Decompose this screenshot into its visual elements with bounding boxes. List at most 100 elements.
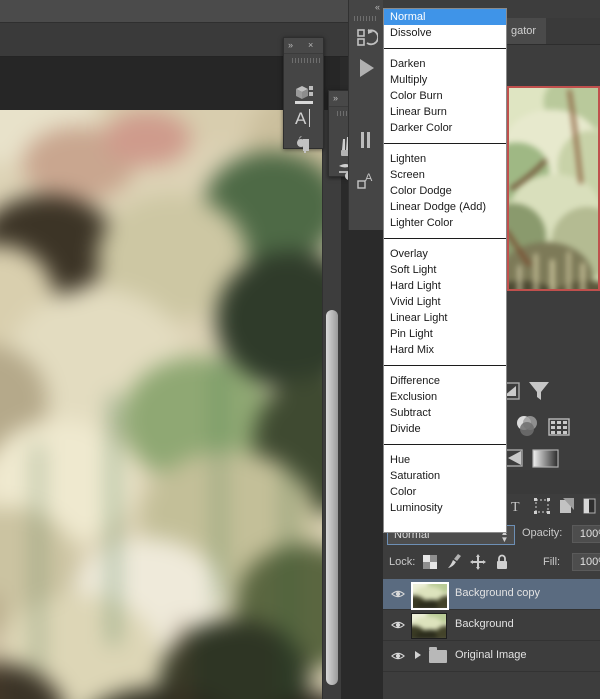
table-row[interactable]: Background bbox=[383, 610, 600, 641]
blending-mode-dropdown[interactable]: Normal Dissolve Darken Multiply Color Bu… bbox=[383, 8, 507, 533]
menu-bar[interactable] bbox=[0, 0, 390, 23]
color-balance-icon[interactable] bbox=[514, 414, 540, 440]
tool-options-bar[interactable] bbox=[0, 23, 390, 57]
menu-item-color-dodge[interactable]: Color Dodge bbox=[384, 183, 506, 199]
eye-icon[interactable] bbox=[391, 619, 405, 631]
menu-item-color-burn[interactable]: Color Burn bbox=[384, 88, 506, 104]
scrollbar-thumb[interactable] bbox=[326, 310, 338, 685]
fill-label: Fill: bbox=[543, 556, 561, 568]
table-row[interactable]: Background copy bbox=[383, 579, 600, 610]
layer-name: Background bbox=[455, 618, 514, 630]
invert-icon[interactable] bbox=[504, 448, 526, 470]
lock-row[interactable]: Lock: Fill: 100% ▾ bbox=[383, 550, 600, 576]
menu-item-linear-burn[interactable]: Linear Burn bbox=[384, 104, 506, 120]
layer-thumbnail[interactable] bbox=[411, 582, 449, 610]
menu-item-hard-mix[interactable]: Hard Mix bbox=[384, 342, 506, 358]
photo-filter-icon[interactable] bbox=[526, 378, 552, 404]
adjustment-filter-icon[interactable] bbox=[583, 497, 597, 515]
type-filter-icon[interactable]: T bbox=[508, 497, 526, 515]
menu-separator bbox=[384, 143, 506, 144]
tab-navigator[interactable]: gator bbox=[501, 18, 547, 44]
document-vertical-scrollbar[interactable] bbox=[322, 110, 341, 699]
layers-panel-footer bbox=[383, 673, 600, 699]
shape-filter-icon[interactable] bbox=[533, 497, 551, 515]
svg-text:T: T bbox=[511, 500, 520, 515]
gradient-map-icon[interactable] bbox=[532, 448, 560, 470]
menu-separator bbox=[384, 48, 506, 49]
blend-group-6: Hue Saturation Color Luminosity bbox=[384, 452, 506, 516]
fill-input[interactable]: 100% bbox=[572, 553, 600, 571]
character-panel[interactable]: » × A bbox=[283, 37, 324, 153]
table-row[interactable]: Original Image bbox=[383, 641, 600, 672]
collapse-icon[interactable]: » bbox=[288, 38, 293, 53]
dock-grip[interactable] bbox=[354, 16, 378, 21]
menu-item-screen[interactable]: Screen bbox=[384, 167, 506, 183]
menu-item-lighten[interactable]: Lighten bbox=[384, 151, 506, 167]
menu-separator bbox=[384, 238, 506, 239]
menu-item-soft-light[interactable]: Soft Light bbox=[384, 262, 506, 278]
layer-name: Background copy bbox=[455, 587, 540, 599]
menu-separator bbox=[384, 365, 506, 366]
smart-object-filter-icon[interactable] bbox=[558, 497, 576, 515]
eye-icon[interactable] bbox=[391, 650, 405, 662]
menu-item-normal[interactable]: Normal bbox=[384, 9, 506, 25]
lock-transparent-pixels-icon[interactable] bbox=[421, 553, 439, 571]
menu-item-darken[interactable]: Darken bbox=[384, 56, 506, 72]
opacity-input[interactable]: 100% bbox=[572, 525, 600, 543]
menu-item-luminosity[interactable]: Luminosity bbox=[384, 500, 506, 516]
blend-group-2: Darken Multiply Color Burn Linear Burn D… bbox=[384, 56, 506, 136]
blend-group-4: Overlay Soft Light Hard Light Vivid Ligh… bbox=[384, 246, 506, 358]
menu-item-overlay[interactable]: Overlay bbox=[384, 246, 506, 262]
menu-item-subtract[interactable]: Subtract bbox=[384, 405, 506, 421]
paragraph-style-icon[interactable]: A bbox=[356, 170, 378, 192]
menu-item-divide[interactable]: Divide bbox=[384, 421, 506, 437]
eye-icon[interactable] bbox=[391, 588, 405, 600]
photoshop-app-window: » × A » « A gator T Normal ▼ Opacity: 10… bbox=[0, 0, 600, 699]
lock-all-icon[interactable] bbox=[493, 553, 511, 571]
character-A-icon[interactable]: A bbox=[294, 107, 314, 129]
menu-item-linear-dodge-add[interactable]: Linear Dodge (Add) bbox=[384, 199, 506, 215]
history-icon[interactable] bbox=[356, 27, 378, 49]
menu-item-dissolve[interactable]: Dissolve bbox=[384, 25, 506, 41]
clone-source-icon[interactable] bbox=[358, 130, 376, 152]
panel-dock-strip[interactable]: « A bbox=[348, 0, 385, 230]
menu-item-linear-light[interactable]: Linear Light bbox=[384, 310, 506, 326]
svg-text:A: A bbox=[365, 172, 373, 184]
dock-collapse-icon[interactable]: « bbox=[375, 2, 380, 12]
menu-item-difference[interactable]: Difference bbox=[384, 373, 506, 389]
menu-item-color[interactable]: Color bbox=[384, 484, 506, 500]
actions-play-icon[interactable] bbox=[358, 58, 376, 78]
document-canvas[interactable] bbox=[0, 110, 322, 699]
navigator-preview[interactable] bbox=[507, 86, 600, 291]
channel-mixer-icon[interactable] bbox=[548, 418, 570, 440]
lock-image-pixels-icon[interactable] bbox=[445, 553, 463, 571]
blend-group-1: Normal Dissolve bbox=[384, 9, 506, 41]
canvas-image bbox=[0, 110, 322, 699]
layer-thumbnail[interactable] bbox=[411, 613, 447, 639]
layers-filter-row[interactable]: T bbox=[500, 494, 600, 520]
layer-thumbnail-image bbox=[413, 584, 447, 608]
svg-text:A: A bbox=[295, 109, 307, 128]
menu-item-multiply[interactable]: Multiply bbox=[384, 72, 506, 88]
3d-panel-icon[interactable] bbox=[293, 82, 315, 104]
opacity-label: Opacity: bbox=[522, 527, 563, 539]
menu-item-hue[interactable]: Hue bbox=[384, 452, 506, 468]
group-expand-triangle-icon[interactable] bbox=[415, 651, 421, 659]
character-panel-titlebar[interactable]: » × bbox=[284, 38, 323, 54]
close-icon[interactable]: × bbox=[308, 38, 313, 53]
collapse-icon[interactable]: » bbox=[333, 91, 338, 106]
layers-list[interactable]: Background copy Background Original Imag… bbox=[383, 579, 600, 673]
menu-item-vivid-light[interactable]: Vivid Light bbox=[384, 294, 506, 310]
menu-item-pin-light[interactable]: Pin Light bbox=[384, 326, 506, 342]
menu-item-lighter-color[interactable]: Lighter Color bbox=[384, 215, 506, 231]
menu-item-saturation[interactable]: Saturation bbox=[384, 468, 506, 484]
blend-group-3: Lighten Screen Color Dodge Linear Dodge … bbox=[384, 151, 506, 231]
menu-item-exclusion[interactable]: Exclusion bbox=[384, 389, 506, 405]
menu-item-darker-color[interactable]: Darker Color bbox=[384, 120, 506, 136]
folder-icon bbox=[429, 647, 447, 663]
paragraph-pilcrow-icon[interactable] bbox=[294, 134, 314, 154]
layer-name: Original Image bbox=[455, 649, 527, 661]
panel-grip[interactable] bbox=[292, 58, 320, 63]
menu-item-hard-light[interactable]: Hard Light bbox=[384, 278, 506, 294]
lock-position-icon[interactable] bbox=[469, 553, 487, 571]
